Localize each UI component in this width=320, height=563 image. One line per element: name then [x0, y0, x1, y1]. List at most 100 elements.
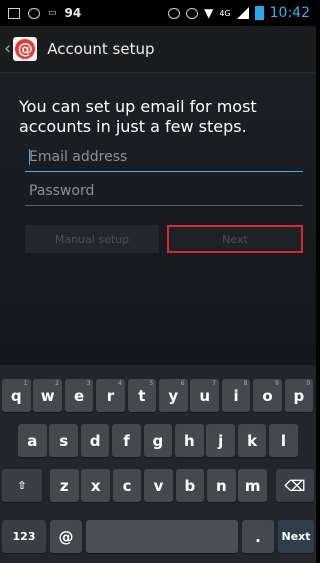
image-notification-icon — [8, 7, 20, 19]
key-label: q — [10, 386, 22, 405]
key-label: t — [138, 386, 146, 405]
text-cursor — [29, 149, 30, 165]
clock: 10:42 — [269, 5, 310, 21]
next-button[interactable]: Next — [167, 225, 303, 253]
key-label: v — [153, 476, 164, 495]
key-label: i — [233, 386, 239, 405]
key-g[interactable]: g — [143, 424, 173, 457]
password-field[interactable] — [25, 177, 311, 205]
key-hint: 0 — [306, 380, 311, 387]
key-label: 123 — [12, 530, 36, 543]
key-z[interactable]: z — [50, 469, 79, 502]
backspace-key[interactable]: ⌫ — [276, 469, 314, 502]
key-label: z — [59, 476, 69, 495]
key-label: r — [106, 386, 115, 405]
key-m[interactable]: m — [238, 469, 267, 502]
at-key[interactable]: @ — [50, 520, 82, 553]
key-label: y — [168, 386, 179, 405]
key-label: p — [293, 386, 305, 405]
key-c[interactable]: c — [112, 469, 142, 502]
key-label: n — [215, 476, 227, 495]
email-app-icon[interactable]: @ — [13, 37, 38, 61]
password-field-container — [25, 177, 311, 206]
key-d[interactable]: d — [80, 424, 110, 457]
keyboard-next-key[interactable]: Next — [278, 520, 314, 553]
account-setup-form: You can set up email for most accounts i… — [0, 73, 316, 365]
key-e[interactable]: e3 — [64, 379, 94, 412]
key-label: Next — [281, 530, 311, 543]
key-h[interactable]: h — [175, 424, 204, 457]
page-title: Account setup — [47, 40, 155, 58]
key-x[interactable]: x — [81, 469, 110, 502]
action-bar: ‹ @ Account setup — [0, 26, 316, 73]
key-label: m — [244, 476, 261, 495]
key-label: e — [74, 386, 85, 405]
key-n[interactable]: n — [207, 469, 236, 502]
soft-keyboard: q 1 w 2 e 3 r 4 t 5 y 6 u 7 i 8 o 9 p 0 a s d f g h j k l ⇧ z x c v b n m ⌫ 12… — [0, 365, 316, 563]
signal-icon — [236, 7, 249, 19]
key-o[interactable]: o9 — [253, 379, 282, 412]
key-hint: 1 — [23, 380, 28, 387]
key-s[interactable]: s — [49, 424, 78, 457]
key-label: g — [152, 431, 164, 450]
key-label: h — [183, 431, 195, 450]
battery-icon — [254, 6, 264, 20]
key-label: x — [90, 476, 101, 495]
key-hint: 7 — [212, 380, 216, 387]
key-label: b — [184, 476, 196, 495]
key-hint: 6 — [180, 380, 185, 387]
key-p[interactable]: p0 — [284, 379, 314, 412]
space-key[interactable] — [86, 520, 238, 553]
key-label: ⇧ — [17, 479, 27, 492]
key-hint: 3 — [86, 380, 91, 387]
key-hint: 9 — [274, 380, 279, 387]
key-label: k — [247, 431, 258, 450]
keyboard-notification-icon: ▭ — [48, 8, 57, 18]
key-label: . — [255, 527, 261, 546]
key-hint: 4 — [117, 380, 122, 387]
alarm-icon — [186, 7, 199, 19]
period-key[interactable]: . — [242, 520, 274, 553]
key-t[interactable]: t5 — [127, 379, 157, 412]
wifi-icon: ▼ — [204, 6, 214, 20]
symbols-key[interactable]: 123 — [2, 520, 46, 553]
key-j[interactable]: j — [206, 424, 235, 457]
key-u[interactable]: u7 — [190, 379, 219, 412]
manual-setup-button[interactable]: Manual setup — [25, 225, 159, 253]
key-k[interactable]: k — [237, 424, 267, 457]
key-hint: 5 — [149, 380, 154, 387]
key-label: f — [123, 431, 130, 450]
sync-notification-icon — [28, 7, 40, 19]
key-label: c — [122, 476, 132, 495]
key-label: w — [40, 386, 55, 405]
key-label: a — [27, 431, 38, 450]
key-w[interactable]: w2 — [33, 379, 62, 412]
intro-text: You can set up email for most accounts i… — [19, 97, 257, 136]
key-label: l — [280, 431, 287, 450]
key-label: o — [262, 386, 273, 405]
key-label: u — [199, 386, 211, 405]
key-f[interactable]: f — [112, 424, 141, 457]
key-v[interactable]: v — [144, 469, 173, 502]
key-hint: 2 — [55, 380, 59, 387]
email-field[interactable] — [25, 143, 311, 171]
back-chevron-icon[interactable]: ‹ — [4, 40, 11, 58]
key-b[interactable]: b — [175, 469, 205, 502]
rotate-icon — [168, 7, 181, 19]
key-r[interactable]: r4 — [96, 379, 125, 412]
shift-key[interactable]: ⇧ — [2, 469, 42, 502]
key-q[interactable]: q1 — [2, 379, 31, 412]
key-label: s — [59, 431, 69, 450]
notification-count: 94 — [64, 6, 82, 20]
key-label: ⌫ — [284, 476, 306, 495]
key-y[interactable]: y6 — [159, 379, 188, 412]
email-field-container — [25, 143, 311, 172]
status-bar: ▭ 94 ▼ 4G 10:42 — [0, 0, 316, 26]
key-i[interactable]: i8 — [221, 379, 251, 412]
key-a[interactable]: a — [18, 424, 47, 457]
key-l[interactable]: l — [269, 424, 298, 457]
network-type-label: 4G — [219, 8, 231, 18]
key-label: @ — [58, 527, 74, 546]
key-label: j — [218, 431, 224, 450]
key-label: d — [89, 431, 101, 450]
